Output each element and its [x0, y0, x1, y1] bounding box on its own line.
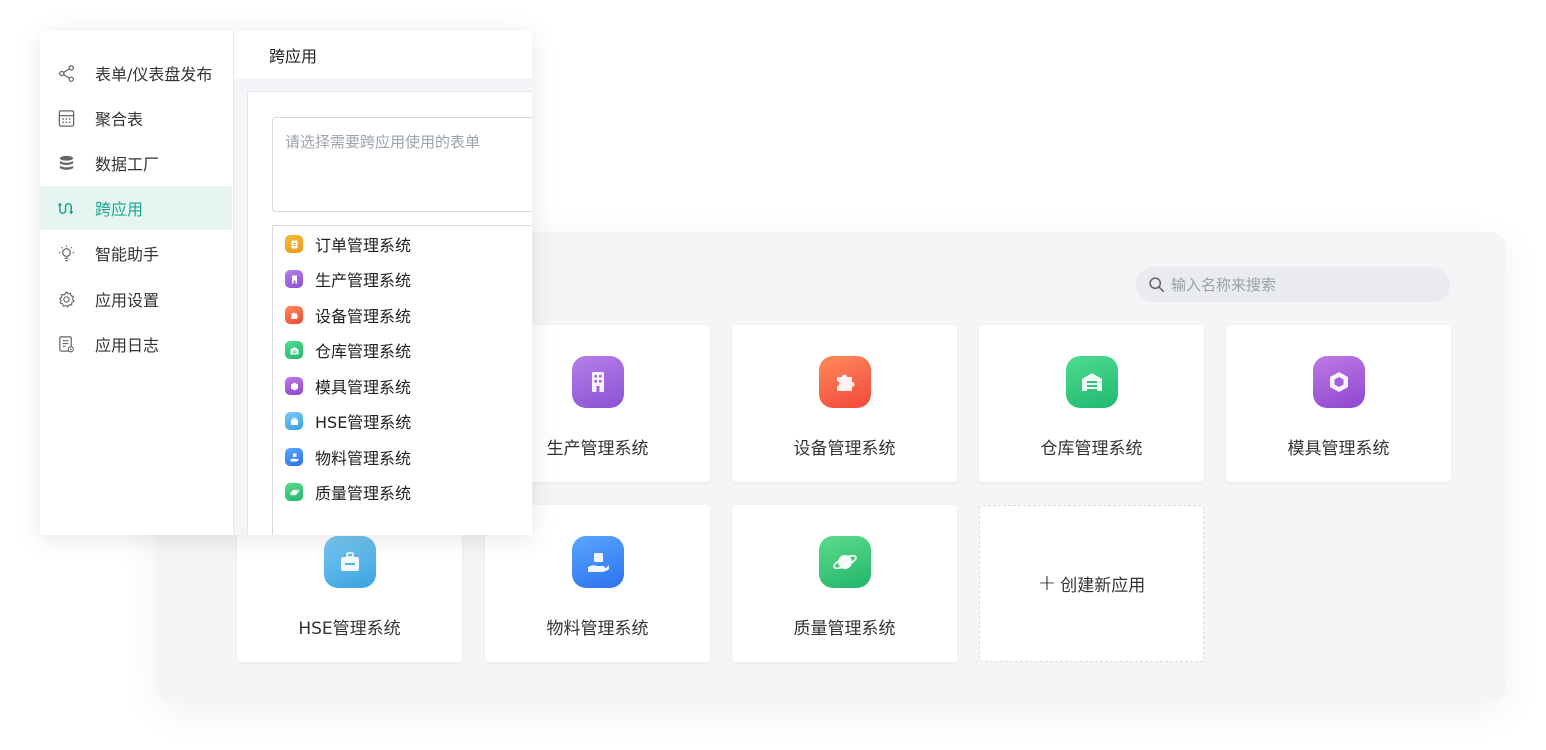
dropdown-option-quality[interactable]: 质量管理系统: [273, 475, 532, 509]
warehouse-icon: [1065, 356, 1118, 408]
building-icon: [285, 270, 303, 288]
dropdown-option-label: 模具管理系统: [315, 378, 412, 397]
dropdown-option-production[interactable]: 生产管理系统: [273, 262, 532, 296]
settings-sidebar: 表单/仪表盘发布 聚合表 数据工厂 跨应用 智能助手 应用设置 应用日志: [40, 31, 234, 535]
hand-package-icon: [285, 448, 303, 466]
sidebar-item-assistant[interactable]: 智能助手: [40, 231, 232, 275]
building-icon: [571, 356, 624, 408]
sidebar-item-cross-app[interactable]: 跨应用: [40, 186, 232, 230]
dropdown-option-order[interactable]: 订单管理系统: [273, 227, 532, 261]
dropdown-option-label: 质量管理系统: [315, 484, 412, 503]
app-card-warehouse[interactable]: 仓库管理系统: [979, 325, 1204, 482]
sidebar-item-data-factory[interactable]: 数据工厂: [40, 141, 232, 185]
app-card-label: HSE管理系统: [298, 619, 401, 639]
page-title: 跨应用: [269, 46, 318, 66]
app-card-mold[interactable]: 模具管理系统: [1226, 325, 1451, 482]
sidebar-item-label: 跨应用: [95, 200, 144, 219]
dropdown-option-label: 订单管理系统: [315, 236, 412, 255]
search-input[interactable]: [1169, 274, 1433, 295]
dropdown-option-warehouse[interactable]: 仓库管理系统: [273, 333, 532, 367]
cross-app-content: 跨应用 请选择需要跨应用使用的表单 订单管理系统 生产管理系统 设备管理系统 仓…: [234, 31, 532, 535]
app-card-label: 设备管理系统: [793, 439, 896, 459]
create-app-label: 创建新应用: [1060, 576, 1146, 596]
sidebar-item-app-log[interactable]: 应用日志: [40, 322, 232, 366]
search-box[interactable]: [1136, 267, 1450, 302]
hand-package-icon: [571, 536, 624, 588]
lightbulb-icon: [56, 243, 76, 263]
create-app-button[interactable]: + 创建新应用: [979, 505, 1204, 662]
cross-app-icon: [56, 198, 76, 218]
planet-icon: [285, 483, 303, 501]
log-icon: [56, 334, 76, 354]
gear-icon: [56, 289, 76, 309]
sidebar-item-label: 数据工厂: [95, 155, 160, 174]
app-settings-panel: 表单/仪表盘发布 聚合表 数据工厂 跨应用 智能助手 应用设置 应用日志 跨应用…: [40, 31, 532, 535]
dropdown-option-hse[interactable]: HSE管理系统: [273, 404, 532, 438]
app-card-equipment[interactable]: 设备管理系统: [732, 325, 957, 482]
sidebar-item-label: 智能助手: [95, 245, 160, 264]
plus-icon: +: [1037, 571, 1057, 596]
dropdown-option-label: 生产管理系统: [315, 271, 412, 290]
dropdown-option-label: 设备管理系统: [315, 307, 412, 326]
search-icon: [1149, 277, 1165, 293]
form-dropdown-list: 订单管理系统 生产管理系统 设备管理系统 仓库管理系统 模具管理系统 HSE管理…: [272, 225, 532, 535]
sidebar-item-label: 表单/仪表盘发布: [95, 65, 213, 84]
database-icon: [56, 153, 76, 173]
briefcase-icon: [323, 536, 376, 588]
warehouse-icon: [285, 341, 303, 359]
briefcase-icon: [285, 412, 303, 430]
app-card-label: 生产管理系统: [546, 439, 649, 459]
puzzle-icon: [818, 356, 871, 408]
dropdown-option-label: 仓库管理系统: [315, 342, 412, 361]
sidebar-item-label: 应用设置: [95, 291, 160, 310]
form-select-input[interactable]: 请选择需要跨应用使用的表单: [272, 117, 532, 212]
app-card-label: 物料管理系统: [546, 619, 649, 639]
cube-icon: [1312, 356, 1365, 408]
dropdown-option-mold[interactable]: 模具管理系统: [273, 369, 532, 403]
content-body: 请选择需要跨应用使用的表单 订单管理系统 生产管理系统 设备管理系统 仓库管理系…: [247, 91, 532, 535]
dropdown-option-equipment[interactable]: 设备管理系统: [273, 298, 532, 332]
share-icon: [56, 63, 76, 83]
sidebar-item-label: 应用日志: [95, 336, 160, 355]
document-icon: [285, 235, 303, 253]
content-header: 跨应用: [234, 31, 532, 78]
dropdown-option-label: 物料管理系统: [315, 449, 412, 468]
sidebar-item-aggregate[interactable]: 聚合表: [40, 96, 232, 140]
sidebar-item-app-settings[interactable]: 应用设置: [40, 277, 232, 321]
app-card-label: 质量管理系统: [793, 619, 896, 639]
sidebar-item-publish[interactable]: 表单/仪表盘发布: [40, 51, 232, 95]
cube-icon: [285, 377, 303, 395]
calculator-icon: [56, 108, 76, 128]
dropdown-option-material[interactable]: 物料管理系统: [273, 440, 532, 474]
puzzle-icon: [285, 306, 303, 324]
sidebar-item-label: 聚合表: [95, 110, 144, 129]
select-placeholder: 请选择需要跨应用使用的表单: [285, 133, 481, 151]
app-card-label: 模具管理系统: [1287, 439, 1390, 459]
dropdown-option-label: HSE管理系统: [315, 413, 412, 432]
planet-icon: [818, 536, 871, 588]
app-card-label: 仓库管理系统: [1040, 439, 1143, 459]
app-card-quality[interactable]: 质量管理系统: [732, 505, 957, 662]
